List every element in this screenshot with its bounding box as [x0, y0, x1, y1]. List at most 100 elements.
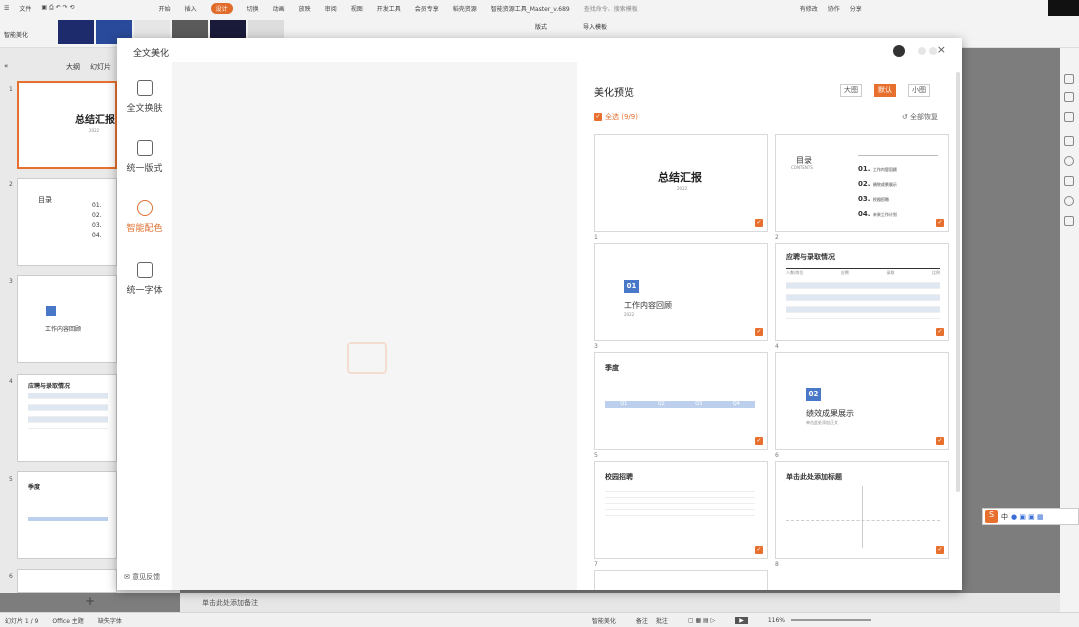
slide-thumb-4[interactable]: 应聘与录取情况	[17, 374, 117, 462]
preview-card-7[interactable]: 校园招聘 ✓	[594, 461, 768, 559]
modified-status[interactable]: 有修改	[800, 4, 818, 13]
card-checkbox[interactable]: ✓	[936, 328, 944, 336]
sidebar-item-skin[interactable]: 全文换肤	[117, 80, 172, 114]
check-icon: ✓	[594, 113, 602, 121]
view-buttons[interactable]: ▢ ▦ ▤ ▷	[688, 617, 715, 624]
star-icon[interactable]	[1064, 112, 1074, 122]
card-checkbox[interactable]: ✓	[755, 437, 763, 445]
add-slide-button[interactable]: +	[85, 594, 95, 608]
card-checkbox[interactable]: ✓	[755, 219, 763, 227]
slide-thumb-3[interactable]: 工作内容回顾	[17, 275, 117, 363]
help-icon[interactable]	[1064, 156, 1074, 166]
ime-mode[interactable]: 中	[1001, 512, 1008, 522]
preview-scrollbar[interactable]	[956, 72, 960, 492]
card-number: 7	[594, 561, 598, 568]
wand-icon	[136, 80, 153, 96]
share-button[interactable]: 分享	[850, 4, 862, 13]
format-icon[interactable]	[1064, 74, 1074, 84]
card-title: 季度	[605, 364, 619, 372]
slide-number: 1	[9, 86, 13, 93]
feedback-link[interactable]: ✉ 意见反馈	[124, 572, 160, 582]
tab-developer[interactable]: 开发工具	[377, 4, 401, 13]
card-checkbox[interactable]: ✓	[936, 437, 944, 445]
tab-docer[interactable]: 稻壳资源	[453, 4, 477, 13]
tab-view[interactable]: 视图	[351, 4, 363, 13]
missing-font[interactable]: 缺失字体	[98, 616, 122, 625]
tab-design[interactable]: 设计	[210, 2, 233, 14]
tab-home[interactable]: 开始	[159, 4, 171, 13]
preview-card-5[interactable]: 季度 Q1 Q2 Q3 Q4 ✓	[594, 352, 768, 450]
search-input[interactable]: 查找命令、搜索模板	[584, 4, 638, 13]
play-icon[interactable]: ▶	[735, 616, 748, 624]
mic-icon[interactable]: ● ▣ ▣ ▦	[1011, 513, 1044, 521]
preview-card-9[interactable]	[594, 570, 768, 590]
minimize-icon[interactable]	[918, 47, 926, 55]
preview-card-3[interactable]: 01 工作内容回顾 2022 ✓	[594, 243, 768, 341]
tab-transition[interactable]: 切换	[247, 4, 259, 13]
card-checkbox[interactable]: ✓	[755, 328, 763, 336]
avatar[interactable]	[893, 45, 905, 57]
quick-access-icons[interactable]: ▣ ⎙ ↶ ↷ ⟲	[41, 4, 74, 12]
table-header: 人数/岗位 应聘 录取 比例	[786, 270, 940, 275]
app-menu-icon[interactable]: ☰	[4, 5, 9, 12]
theme-name[interactable]: Office 主题	[52, 616, 83, 625]
tab-animation[interactable]: 动画	[273, 4, 285, 13]
collaborate-button[interactable]: 协作	[828, 4, 840, 13]
font-icon	[136, 262, 153, 278]
import-template-button[interactable]: 导入模板	[583, 22, 607, 31]
card-checkbox[interactable]: ✓	[936, 219, 944, 227]
card-number: 3	[594, 343, 598, 350]
preview-panel: 美化预览 大图 默认 小图 ✓ 全选 (9/9) ↺ 全部恢复 总结汇报 2022…	[577, 62, 962, 590]
sogou-icon[interactable]: S	[985, 510, 998, 523]
size-default-button[interactable]: 默认	[874, 84, 896, 97]
card-checkbox[interactable]: ✓	[755, 546, 763, 554]
slide-thumb-1[interactable]: 总结汇报 2022	[17, 81, 117, 169]
location-icon[interactable]	[1064, 196, 1074, 206]
preview-card-4[interactable]: 应聘与录取情况 人数/岗位 应聘 录取 比例 ✓	[775, 243, 949, 341]
cube-icon[interactable]	[1064, 216, 1074, 226]
size-large-button[interactable]: 大图	[840, 84, 862, 97]
pen-icon[interactable]	[1064, 92, 1074, 102]
zoom-level[interactable]: 116%	[768, 617, 785, 624]
select-all-checkbox[interactable]: ✓ 全选 (9/9)	[594, 112, 638, 122]
preview-card-1[interactable]: 总结汇报 2022 ✓	[594, 134, 768, 232]
crop-icon[interactable]	[1064, 176, 1074, 186]
sidebar-item-font[interactable]: 统一字体	[117, 262, 172, 296]
card-title: 工作内容回顾	[624, 301, 672, 310]
card-checkbox[interactable]: ✓	[936, 546, 944, 554]
sidebar-item-layout[interactable]: 统一版式	[117, 140, 172, 174]
tab-slideshow[interactable]: 放映	[299, 4, 311, 13]
tab-smart-tools[interactable]: 智能资源工具_Master_v.689	[491, 4, 570, 13]
notes-toggle[interactable]: 备注	[636, 616, 648, 625]
zoom-slider[interactable]	[791, 619, 871, 621]
slide-thumb-6[interactable]	[17, 569, 117, 593]
card-title: 总结汇报	[658, 171, 702, 184]
tab-outline[interactable]: 大纲	[66, 62, 80, 72]
smart-beautify-button[interactable]: 智能美化	[4, 30, 28, 39]
beautify-status[interactable]: 智能美化	[592, 616, 616, 625]
tab-insert[interactable]: 插入	[185, 4, 197, 13]
size-small-button[interactable]: 小图	[908, 84, 930, 97]
slide-thumb-2[interactable]: 目录 01. 02. 03. 04.	[17, 178, 117, 266]
comments-toggle[interactable]: 批注	[656, 616, 668, 625]
restore-all-button[interactable]: ↺ 全部恢复	[902, 112, 938, 122]
slide-thumb-5[interactable]: 季度	[17, 471, 117, 559]
copy-icon[interactable]	[1064, 136, 1074, 146]
tab-member[interactable]: 会员专享	[415, 4, 439, 13]
tab-review[interactable]: 审阅	[325, 4, 337, 13]
sidebar-item-color[interactable]: 智能配色	[117, 200, 172, 234]
tab-slides[interactable]: 幻灯片	[90, 62, 111, 72]
file-menu[interactable]: 文件	[19, 4, 31, 13]
notes-area[interactable]: 单击此处添加备注	[180, 593, 1060, 612]
preview-card-6[interactable]: 02 绩效成果展示 单击此处添加正文 ✓	[775, 352, 949, 450]
card-number: 1	[594, 234, 598, 241]
layout-button[interactable]: 版式	[535, 22, 547, 31]
number-box: 01	[624, 280, 639, 293]
preview-card-2[interactable]: 目录 CONTENTS 01. 工作内容回顾 02. 绩效成果展示 03. 校园…	[775, 134, 949, 232]
number-box	[46, 306, 56, 316]
preview-card-8[interactable]: 单击此处添加标题 ✓	[775, 461, 949, 559]
card-title: 绩效成果展示	[806, 409, 854, 418]
collapse-icon[interactable]: «	[4, 62, 8, 70]
close-button[interactable]: ×	[937, 43, 946, 56]
ime-toolbar[interactable]: S 中 ● ▣ ▣ ▦	[982, 508, 1079, 525]
